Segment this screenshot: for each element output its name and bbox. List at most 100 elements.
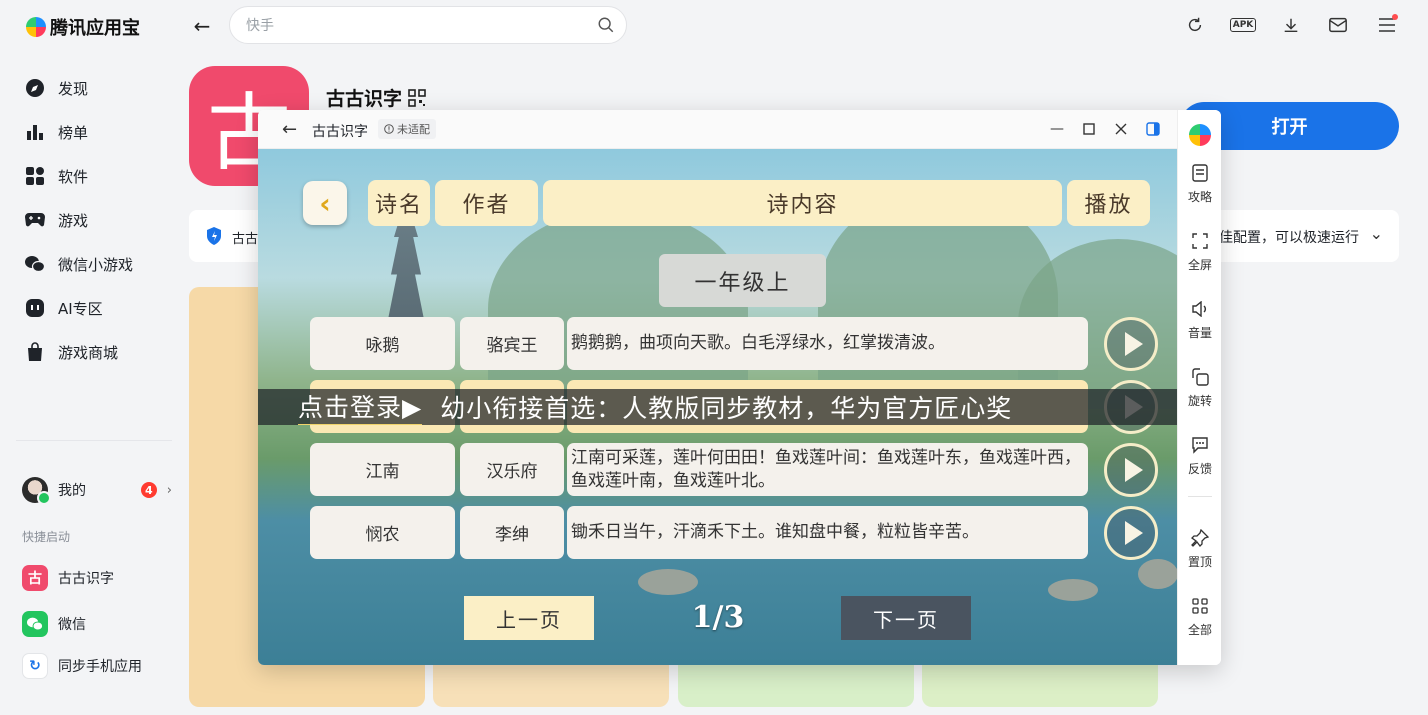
page-indicator: 1/3 <box>691 599 745 635</box>
gamepad-icon <box>24 209 46 231</box>
header-author: 作者 <box>435 180 538 226</box>
maximize-icon[interactable] <box>1079 119 1099 139</box>
sidebar-toggle-icon[interactable] <box>1143 119 1163 139</box>
prev-page-button[interactable]: 上一页 <box>464 596 594 640</box>
apk-icon[interactable]: APK <box>1229 14 1257 36</box>
poem-name: 咏鹅 <box>310 317 455 370</box>
background-rock <box>638 569 698 595</box>
search-bar[interactable] <box>229 6 627 44</box>
compat-tag: 未适配 <box>378 119 436 139</box>
download-icon[interactable] <box>1280 14 1302 36</box>
sidebar-item-software[interactable]: 软件 <box>24 164 88 188</box>
wechat-app-icon <box>22 611 48 637</box>
tool-rotate[interactable]: 旋转 <box>1178 366 1221 409</box>
sidebar-item-charts[interactable]: 榜单 <box>24 120 88 144</box>
poem-author: 汉乐府 <box>460 443 564 496</box>
login-prompt[interactable]: 点击登录▶ <box>298 389 423 425</box>
menu-icon[interactable] <box>1376 14 1398 36</box>
minimize-icon[interactable]: — <box>1047 119 1067 139</box>
refresh-icon[interactable] <box>1184 14 1206 36</box>
search-icon[interactable] <box>597 16 615 34</box>
sidebar-item-game-store[interactable]: 游戏商城 <box>24 340 118 364</box>
mail-icon[interactable] <box>1327 14 1349 36</box>
sidebar-item-discover[interactable]: 发现 <box>24 76 88 100</box>
play-button[interactable] <box>1104 443 1158 497</box>
poem-author: 李绅 <box>460 506 564 559</box>
back-button[interactable]: ← <box>190 14 214 38</box>
tool-label: 全部 <box>1187 623 1212 637</box>
background-rock <box>1048 579 1098 601</box>
sidebar-item-games[interactable]: 游戏 <box>24 208 88 232</box>
tool-panel: 攻略 全屏 音量 旋转 反馈 置顶 全部 <box>1177 110 1221 665</box>
search-input[interactable] <box>246 16 576 36</box>
tool-label: 攻略 <box>1187 190 1212 204</box>
tool-guide[interactable]: 攻略 <box>1178 162 1221 205</box>
close-icon[interactable] <box>1111 119 1131 139</box>
poem-row: 咏鹅 骆宾王 鹅鹅鹅，曲项向天歌。白毛浮绿水，红掌拨清波。 <box>310 317 1170 371</box>
tool-fullscreen[interactable]: 全屏 <box>1178 230 1221 273</box>
quick-item-sync[interactable]: ↻ 同步手机应用 <box>22 653 142 679</box>
next-page-button[interactable]: 下一页 <box>841 596 971 640</box>
quick-launch-title: 快捷启动 <box>22 530 71 544</box>
shield-icon <box>207 227 221 245</box>
grade-selector[interactable]: 一年级上 <box>659 254 826 307</box>
tool-pin[interactable]: 置顶 <box>1178 527 1221 570</box>
window-title: 古古识字 <box>312 124 368 140</box>
pin-icon <box>1189 527 1211 549</box>
app-window: ← 古古识字 未适配 — ‹ 诗名 作者 诗内容 播放 一年级上 咏鹅 骆宾王 … <box>258 110 1221 665</box>
document-icon <box>1189 162 1211 184</box>
app-name-text: 古古识字 <box>326 88 403 110</box>
compass-icon <box>24 77 46 99</box>
background-mountain <box>488 209 748 409</box>
window-back-icon[interactable]: ← <box>282 119 297 140</box>
quick-item-gugu[interactable]: 古 古古识字 <box>22 565 114 591</box>
poem-content: 鹅鹅鹅，曲项向天歌。白毛浮绿水，红掌拨清波。 <box>567 317 1088 370</box>
sidebar-item-ai[interactable]: AI专区 <box>24 296 103 320</box>
app-title: 腾讯应用宝 <box>50 18 140 39</box>
info-icon <box>384 124 394 134</box>
play-button[interactable] <box>1104 506 1158 560</box>
tool-label: 旋转 <box>1187 394 1212 408</box>
quick-item-label: 微信 <box>58 617 86 633</box>
chevron-right-icon: › <box>166 482 172 498</box>
sidebar-item-wechat-games[interactable]: 微信小游戏 <box>24 252 133 276</box>
speaker-icon <box>1189 298 1211 320</box>
sidebar-item-label: AI专区 <box>58 299 103 318</box>
tool-feedback[interactable]: 反馈 <box>1178 434 1221 477</box>
tool-all[interactable]: 全部 <box>1178 595 1221 638</box>
my-profile[interactable]: 我的 4 › <box>22 476 172 505</box>
poem-author: 骆宾王 <box>460 317 564 370</box>
poem-row: 悯农 李绅 锄禾日当午，汗滴禾下土。谁知盘中餐，粒粒皆辛苦。 <box>310 506 1170 560</box>
info-left-text: 古古 <box>232 232 259 247</box>
play-button[interactable] <box>1104 317 1158 371</box>
poem-name: 江南 <box>310 443 455 496</box>
sidebar-item-label: 游戏商城 <box>58 343 119 362</box>
chevron-down-icon[interactable]: ⌄ <box>1370 224 1383 243</box>
sidebar-item-label: 微信小游戏 <box>58 255 134 274</box>
ad-banner[interactable]: 点击登录▶ 幼小衔接首选：人教版同步教材，华为官方匠心奖 <box>258 389 1177 425</box>
apps-grid-icon <box>1189 595 1211 617</box>
poem-row: 江南 汉乐府 江南可采莲，莲叶何田田！鱼戏莲叶间：鱼戏莲叶东，鱼戏莲叶西，鱼戏莲… <box>310 443 1170 497</box>
qr-code-icon[interactable] <box>408 88 426 107</box>
info-right-text: 佳配置，可以极速运行 <box>1219 230 1359 246</box>
ai-icon <box>24 297 46 319</box>
rotate-icon <box>1189 366 1211 388</box>
gugu-app-icon: 古 <box>22 565 48 591</box>
app-detail-name: 古古识字 <box>326 84 426 111</box>
sidebar-item-label: 发现 <box>58 79 89 98</box>
tool-label: 全屏 <box>1187 258 1212 272</box>
game-screen[interactable]: ‹ 诗名 作者 诗内容 播放 一年级上 咏鹅 骆宾王 鹅鹅鹅，曲项向天歌。白毛浮… <box>258 149 1177 665</box>
tool-label: 置顶 <box>1187 555 1212 569</box>
header-play: 播放 <box>1067 180 1150 226</box>
app-logo-icon <box>26 17 46 37</box>
quick-item-label: 同步手机应用 <box>58 659 142 675</box>
game-back-button[interactable]: ‹ <box>303 181 347 225</box>
tool-volume[interactable]: 音量 <box>1178 298 1221 341</box>
app-logo: 腾讯应用宝 <box>26 14 140 40</box>
tool-label: 反馈 <box>1187 462 1212 476</box>
sidebar-item-label: 软件 <box>58 167 89 186</box>
compat-tag-label: 未适配 <box>397 123 430 136</box>
sidebar-item-label: 榜单 <box>58 123 89 142</box>
wechat-icon <box>24 253 46 275</box>
quick-item-wechat[interactable]: 微信 <box>22 611 86 637</box>
